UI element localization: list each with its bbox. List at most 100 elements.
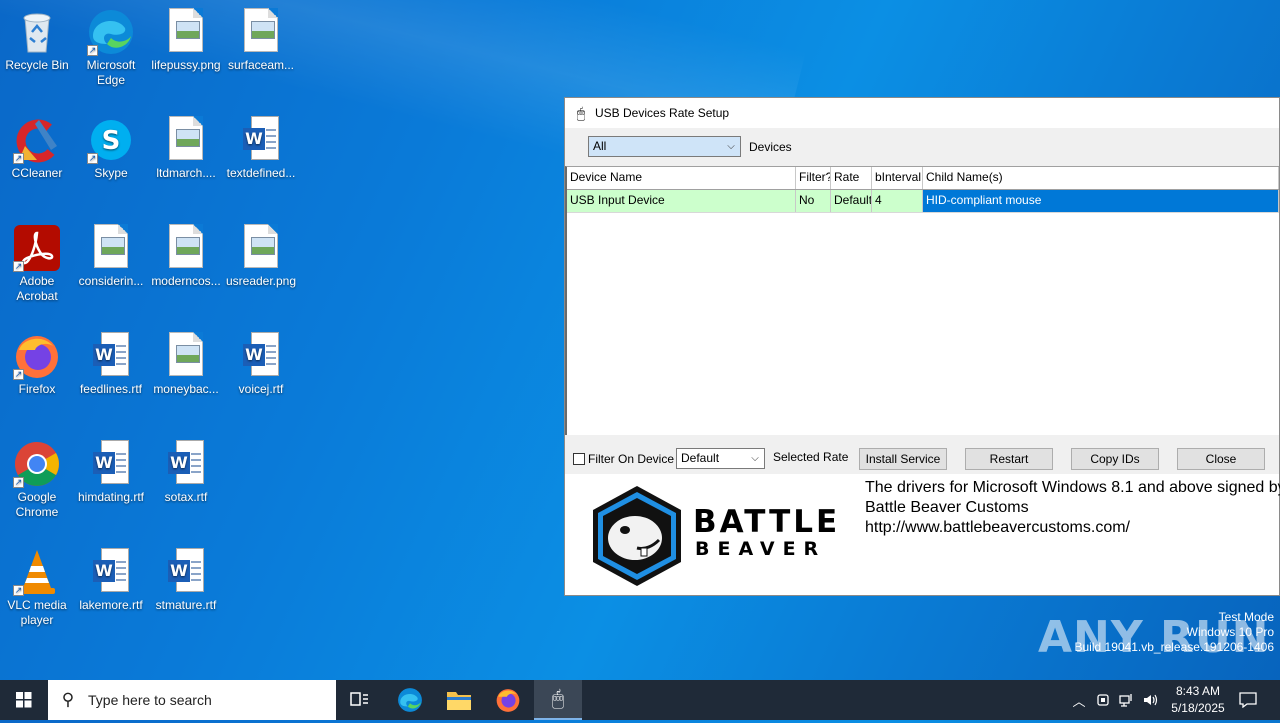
word-doc-icon: W: [237, 116, 285, 164]
cell-filter: No: [796, 190, 831, 212]
task-view-button[interactable]: [336, 680, 384, 720]
filter-row: All ⌵ Devices: [565, 128, 1279, 166]
table-row[interactable]: USB Input Device No Default 4 HID-compli…: [567, 190, 1279, 213]
desktop-icon-file[interactable]: moderncos...: [149, 220, 223, 289]
desktop-icon-label: Skype: [94, 166, 128, 180]
chevron-down-icon: ⌵: [727, 141, 735, 152]
restart-button[interactable]: Restart: [965, 448, 1053, 470]
desktop-icon-file[interactable]: surfaceam...: [224, 4, 298, 73]
desktop-icon-file[interactable]: usreader.png: [224, 220, 298, 289]
taskbar-edge[interactable]: [386, 680, 434, 720]
desktop-icon-label: sotax.rtf: [164, 490, 208, 504]
info-line: The drivers for Microsoft Windows 8.1 an…: [865, 479, 1280, 496]
image-file-icon: [162, 8, 210, 56]
desktop-icon-label: VLC media player: [7, 598, 67, 627]
ccleaner-icon: ↗: [13, 116, 61, 164]
image-file-icon: [162, 116, 210, 164]
desktop-icon-file[interactable]: W sotax.rtf: [149, 436, 223, 505]
desktop-icon-file[interactable]: W stmature.rtf: [149, 544, 223, 613]
shortcut-arrow-icon: ↗: [87, 153, 98, 164]
desktop-icon-file[interactable]: W feedlines.rtf: [74, 328, 148, 397]
desktop-icon-label: surfaceam...: [227, 58, 295, 72]
watermark-line: Test Mode: [1218, 610, 1274, 624]
desktop-icon-file[interactable]: W lakemore.rtf: [74, 544, 148, 613]
edge-icon: ↗: [87, 8, 135, 56]
desktop-icon-skype[interactable]: S ↗ Skype: [74, 112, 148, 181]
taskbar-search-box[interactable]: ⚲ Type here to search: [48, 680, 336, 720]
desktop-icon-label: usreader.png: [225, 274, 297, 288]
tray-device-icon[interactable]: [1092, 680, 1114, 720]
desktop-icon-vlc[interactable]: ↗ VLC media player: [0, 544, 74, 628]
shortcut-arrow-icon: ↗: [13, 261, 24, 272]
column-header[interactable]: Device Name: [567, 167, 796, 189]
info-link[interactable]: http://www.battlebeavercustoms.com/: [865, 518, 1280, 538]
column-header[interactable]: bInterval: [872, 167, 923, 189]
desktop-icon-firefox[interactable]: ↗ Firefox: [0, 328, 74, 397]
image-file-icon: [237, 224, 285, 272]
desktop-icon-recycle-bin[interactable]: Recycle Bin: [0, 4, 74, 73]
taskbar-file-explorer[interactable]: [435, 680, 483, 720]
svg-text:S: S: [102, 126, 121, 156]
word-doc-icon: W: [162, 440, 210, 488]
cell-child-name: HID-compliant mouse: [923, 190, 1279, 212]
desktop-icon-label: lakemore.rtf: [79, 598, 143, 612]
rate-select-value: Default: [681, 451, 720, 465]
battle-beaver-banner: BATTLE BEAVER The drivers for Microsoft …: [565, 474, 1280, 595]
window-titlebar[interactable]: 🖱 USB Devices Rate Setup: [565, 98, 1279, 128]
show-hidden-icons-button[interactable]: ︿: [1068, 680, 1090, 720]
column-header[interactable]: Filter?: [796, 167, 831, 189]
rate-select[interactable]: Default ⌵: [676, 448, 765, 469]
brand-line-2: BEAVER: [695, 538, 827, 560]
desktop-icon-label: himdating.rtf: [77, 490, 145, 504]
desktop-icon-file[interactable]: W textdefined...: [224, 112, 298, 181]
recycle-bin-icon: [13, 8, 61, 56]
beaver-logo-icon: [589, 484, 685, 588]
desktop-icon-adobe-acrobat[interactable]: ↗ Adobe Acrobat: [0, 220, 74, 304]
desktop-icon-file[interactable]: lifepussy.png: [149, 4, 223, 73]
desktop-icon-label: Recycle Bin: [5, 58, 69, 72]
desktop-icon-label: stmature.rtf: [155, 598, 217, 612]
windows-test-mode-watermark: Test Mode Windows 10 Pro Build 19041.vb_…: [1075, 610, 1275, 655]
folder-icon: [447, 692, 471, 710]
tray-volume[interactable]: [1140, 680, 1162, 720]
desktop-icon-label: moneybac...: [153, 382, 219, 396]
desktop-icon-microsoft-edge[interactable]: ↗ Microsoft Edge: [74, 4, 148, 88]
search-icon: ⚲: [61, 690, 75, 709]
desktop-icon-file[interactable]: W voicej.rtf: [224, 328, 298, 397]
desktop-icon-google-chrome[interactable]: ↗ Google Chrome: [0, 436, 74, 520]
desktop-icon-file[interactable]: ltdmarch....: [149, 112, 223, 181]
desktop-icon-label: Google Chrome: [15, 490, 59, 519]
notification-icon: [1239, 692, 1257, 708]
action-center-button[interactable]: [1236, 680, 1260, 720]
image-file-icon: [162, 332, 210, 380]
desktop-icon-file[interactable]: moneybac...: [149, 328, 223, 397]
desktop-icon-label: feedlines.rtf: [79, 382, 143, 396]
selected-rate-label: Selected Rate: [773, 450, 849, 464]
column-header[interactable]: Child Name(s): [923, 167, 1279, 189]
install-service-button[interactable]: Install Service: [859, 448, 947, 470]
device-table[interactable]: Device Name Filter? Rate bInterval Child…: [565, 166, 1279, 435]
desktop-icon-file[interactable]: considerin...: [74, 220, 148, 289]
column-header[interactable]: Rate: [831, 167, 872, 189]
desktop-icon-label: moderncos...: [151, 274, 221, 288]
chrome-icon: ↗: [13, 440, 61, 488]
start-button[interactable]: [0, 680, 48, 720]
chevron-up-icon: ︿: [1072, 693, 1086, 709]
taskbar-usb-rate-setup[interactable]: 🖱: [534, 680, 582, 720]
volume-icon: [1144, 694, 1158, 706]
tray-network[interactable]: [1116, 680, 1138, 720]
image-file-icon: [162, 224, 210, 272]
desktop-icon-file[interactable]: W himdating.rtf: [74, 436, 148, 505]
filter-on-device-checkbox[interactable]: Filter On Device: [573, 452, 674, 466]
desktop-icon-ccleaner[interactable]: ↗ CCleaner: [0, 112, 74, 181]
taskbar-clock[interactable]: 8:43 AM 5/18/2025: [1162, 683, 1234, 717]
image-file-icon: [87, 224, 135, 272]
copy-ids-button[interactable]: Copy IDs: [1071, 448, 1159, 470]
taskbar-firefox[interactable]: [484, 680, 532, 720]
firefox-icon: ↗: [13, 332, 61, 380]
shortcut-arrow-icon: ↗: [13, 585, 24, 596]
firefox-icon: [496, 689, 520, 712]
device-filter-select[interactable]: All ⌵: [588, 136, 741, 157]
chevron-down-icon: ⌵: [751, 453, 759, 464]
close-button[interactable]: Close: [1177, 448, 1265, 470]
